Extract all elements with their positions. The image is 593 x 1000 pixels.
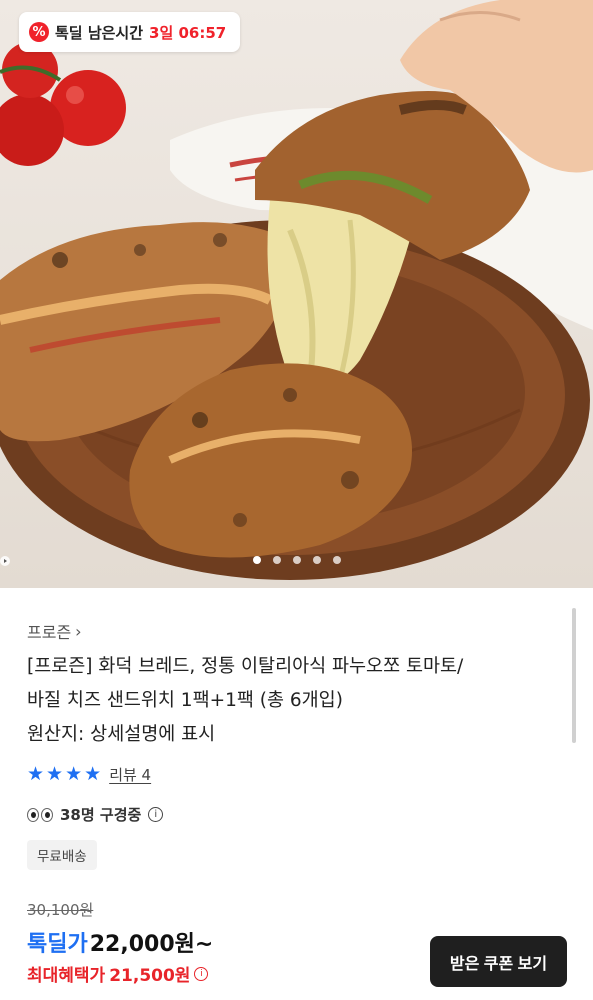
star-icon: ★ (46, 763, 64, 785)
product-hero-image[interactable]: % 톡딜 남은시간 3일 06:57 (0, 0, 593, 588)
product-info-section: 프로즌 › [프로즌] 화덕 브레드, 정통 이탈리아식 파누오쪼 토마토/ 바… (0, 588, 593, 1000)
deal-timer-badge: % 톡딜 남은시간 3일 06:57 (19, 12, 241, 52)
carousel-dot[interactable] (292, 556, 301, 564)
deal-price-label: 톡딜가 (27, 932, 88, 957)
product-origin: 원산지: 상세설명에 표시 (27, 724, 216, 745)
star-icon: ★ (27, 763, 45, 785)
max-benefit-label: 최대혜택가 (27, 966, 106, 986)
carousel-dot[interactable] (312, 556, 321, 564)
star-icon: ★ (84, 763, 102, 785)
brand-breadcrumb[interactable]: 프로즌 › (27, 619, 82, 643)
deal-price-row: 톡딜가 22,000원~ (27, 926, 213, 958)
deal-timer-label: 톡딜 남은시간 (55, 23, 144, 42)
percent-icon: % (29, 22, 49, 42)
rating-row[interactable]: ★ ★ ★ ★ 리뷰 4 (27, 764, 151, 785)
product-photo (0, 0, 593, 580)
carousel-play-icon[interactable] (0, 556, 10, 566)
carousel-dot[interactable] (332, 556, 341, 564)
product-title-line: [프로즌] 화덕 브레드, 정통 이탈리아식 파누오쪼 토마토/ (27, 656, 464, 677)
carousel-dot[interactable] (272, 556, 281, 564)
brand-link[interactable]: 프로즌 (27, 619, 71, 643)
deal-timer-countdown: 3일 06:57 (149, 23, 227, 42)
star-icon: ★ (65, 763, 83, 785)
original-price: 30,100원 (27, 901, 94, 919)
product-title: [프로즌] 화덕 브레드, 정통 이탈리아식 파누오쪼 토마토/ 바질 치즈 샌… (27, 650, 547, 752)
info-icon[interactable]: i (148, 807, 164, 822)
view-coupons-button[interactable]: 받은 쿠폰 보기 (430, 936, 567, 987)
deal-price-value: 22,000원~ (89, 932, 214, 957)
carousel-dot[interactable] (252, 556, 261, 564)
chevron-right-icon: › (75, 621, 82, 641)
scrollbar[interactable] (572, 608, 576, 743)
viewers-count: 38명 구경중 (60, 806, 142, 824)
max-benefit-row: 최대혜택가 21,500원 i (27, 961, 209, 986)
review-count-link[interactable]: 리뷰 4 (109, 764, 151, 785)
carousel-indicator[interactable] (0, 556, 593, 566)
product-title-line: 바질 치즈 샌드위치 1팩+1팩 (총 6개입) (27, 690, 343, 711)
eyes-icon (27, 807, 53, 822)
viewers-row: 38명 구경중 i (27, 804, 164, 825)
info-icon[interactable]: i (194, 966, 209, 981)
max-benefit-price: 21,500원 (109, 966, 191, 986)
free-shipping-badge: 무료배송 (27, 840, 97, 870)
